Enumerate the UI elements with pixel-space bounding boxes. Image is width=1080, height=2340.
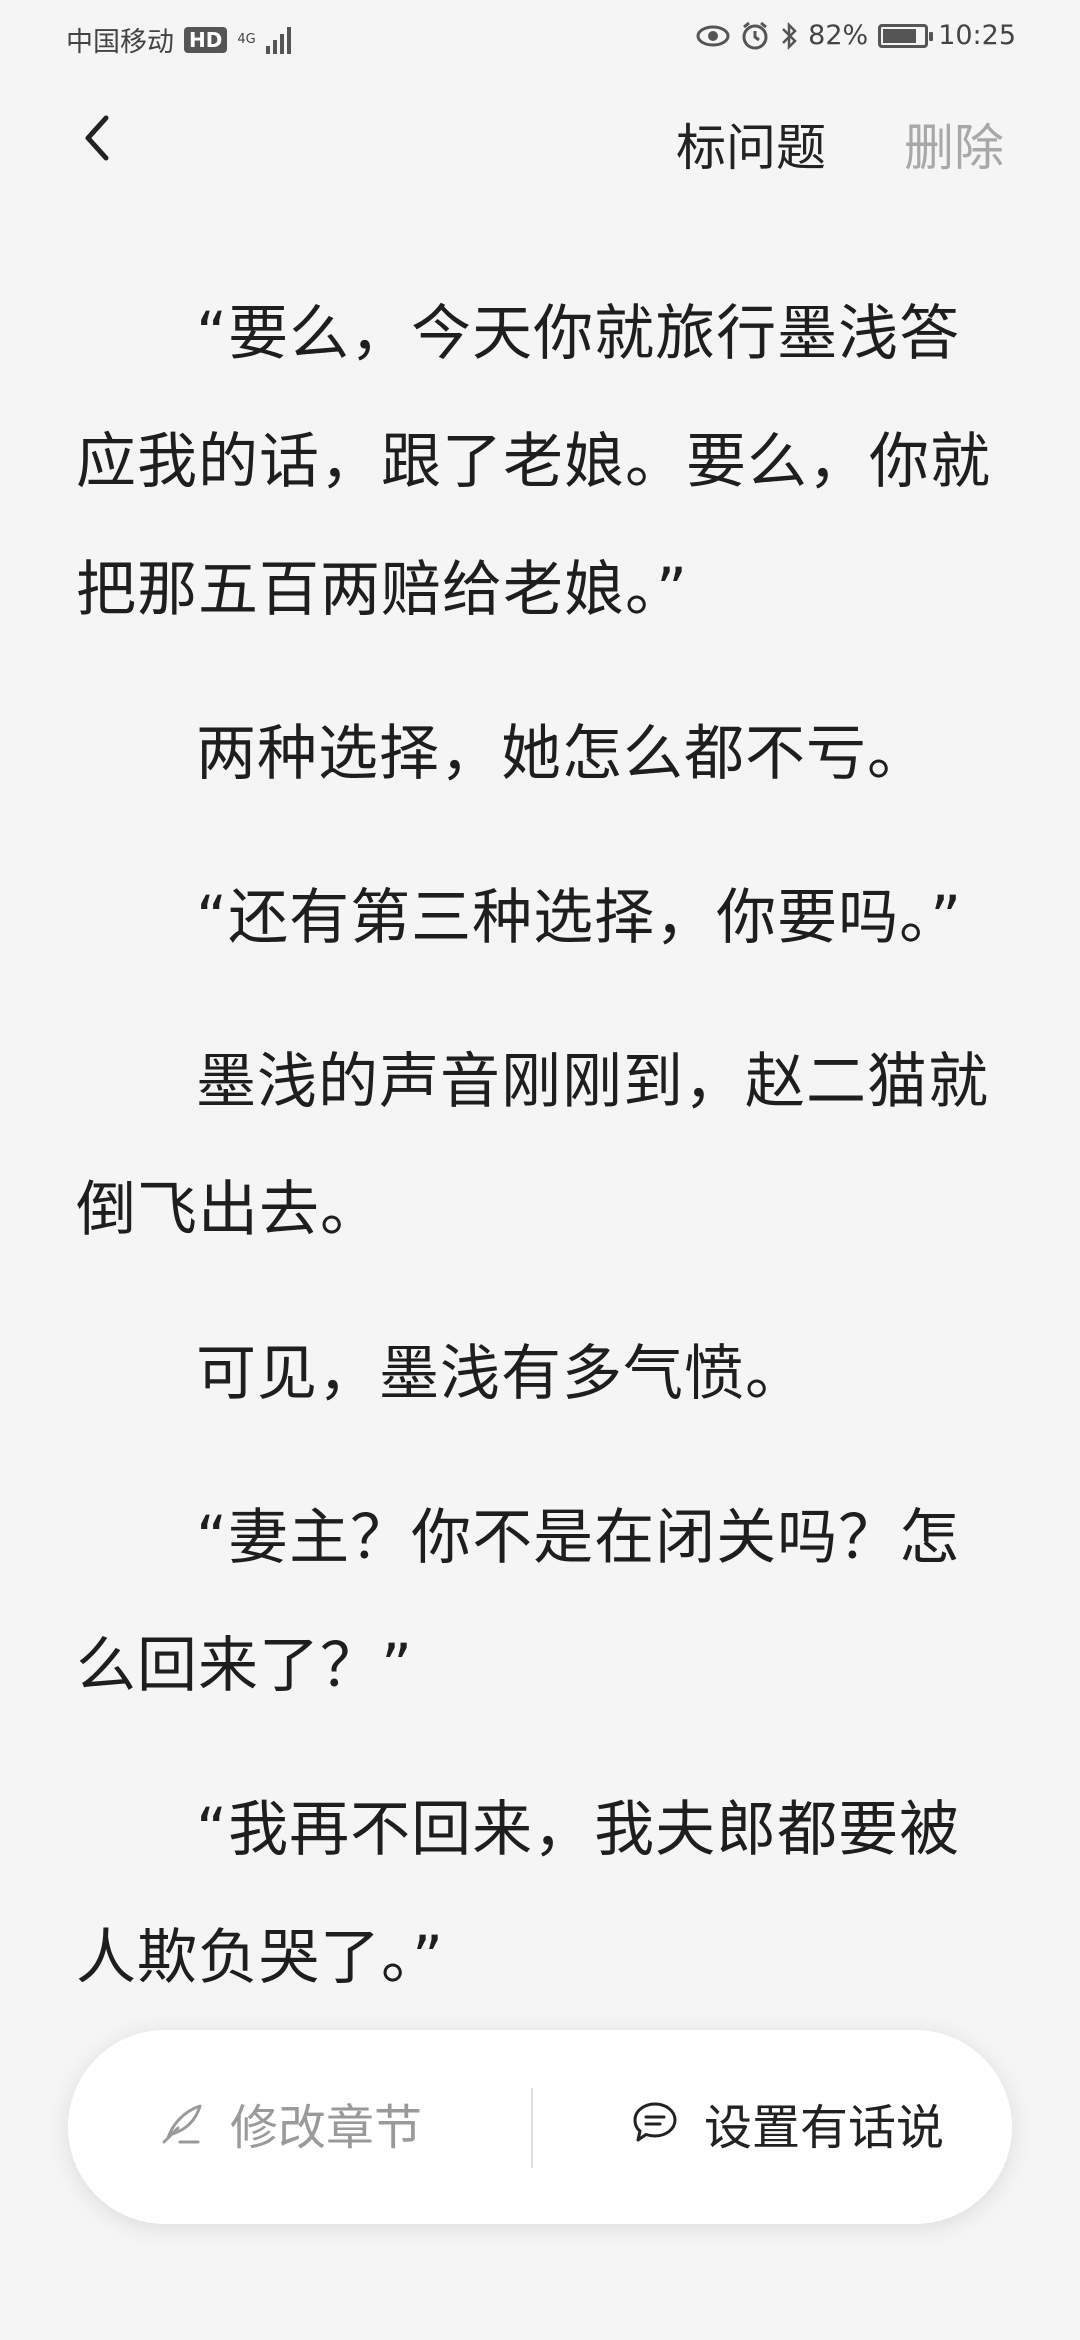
chapter-action-bar: 修改章节 设置有话说: [68, 2030, 1012, 2224]
bluetooth-icon: [782, 21, 797, 50]
paragraph: “妻主？你不是在闭关吗？怎么回来了？”: [76, 1503, 961, 1701]
chat-bubble-icon: [633, 2102, 677, 2142]
paragraph: 可见，墨浅有多气愤。: [196, 1339, 806, 1409]
battery-icon: [878, 23, 934, 48]
status-bar: 中国移动 HD 4G 82% 10:25: [0, 0, 1080, 72]
edit-chapter-button[interactable]: 修改章节: [158, 2088, 422, 2158]
mark-issue-button[interactable]: 标问题: [676, 108, 826, 180]
back-arrow-icon[interactable]: [70, 108, 130, 168]
paragraph: 两种选择，她怎么都不亏。: [196, 719, 928, 789]
divider: [531, 2088, 533, 2168]
clock: 10:25: [938, 20, 1016, 51]
hd-badge: HD: [184, 26, 228, 53]
network-indicator: 4G: [237, 33, 255, 46]
paragraph: “要么，今天你就旅行墨浅答应我的话，跟了老娘。要么，你就把那五百两赔给老娘。”: [76, 299, 991, 625]
author-note-label: 设置有话说: [704, 2100, 945, 2156]
status-left: 中国移动 HD 4G: [66, 20, 291, 59]
edit-chapter-label: 修改章节: [230, 2100, 423, 2156]
top-toolbar: 标问题 删除: [0, 90, 1080, 190]
signal-icon: [265, 26, 291, 54]
eye-icon: [696, 25, 730, 46]
network-type: 4G: [237, 32, 256, 47]
chapter-content: “要么，今天你就旅行墨浅答应我的话，跟了老娘。要么，你就把那五百两赔给老娘。” …: [76, 270, 1016, 2058]
pen-icon: [162, 2104, 202, 2144]
author-note-button[interactable]: 设置有话说: [630, 2088, 944, 2158]
battery-fill: [883, 28, 916, 43]
paragraph: 墨浅的声音刚刚到，赵二猫就倒飞出去。: [76, 1047, 989, 1245]
delete-button[interactable]: 删除: [904, 108, 1004, 180]
status-right: 82% 10:25: [696, 20, 1016, 51]
paragraph: “我再不回来，我夫郎都要被人欺负哭了。”: [76, 1795, 961, 1993]
carrier-label: 中国移动: [66, 27, 174, 58]
battery-percent: 82%: [808, 20, 869, 51]
paragraph: “还有第三种选择，你要吗。”: [196, 883, 963, 953]
alarm-icon: [742, 21, 768, 49]
